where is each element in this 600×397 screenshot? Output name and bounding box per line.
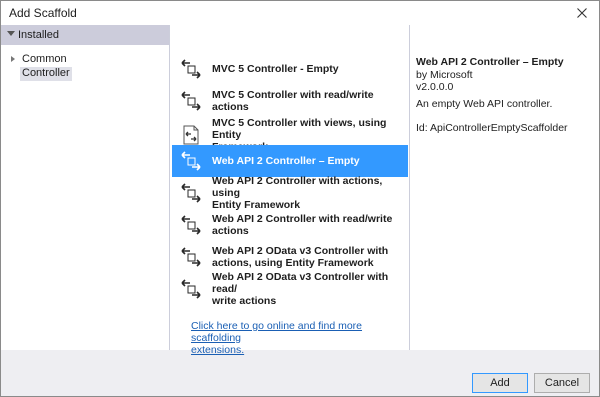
scaffold-item-label-line1: MVC 5 Controller with views, using Entit… xyxy=(212,117,387,141)
scaffold-item-label: MVC 5 Controller with read/write actions xyxy=(212,89,402,113)
detail-title: Web API 2 Controller – Empty xyxy=(416,56,564,68)
scaffold-item[interactable]: MVC 5 Controller - Empty xyxy=(172,53,408,85)
scaffold-item-label-line1: Web API 2 Controller with actions, using xyxy=(212,175,383,199)
scaffold-item-label: Web API 2 Controller with read/write acti… xyxy=(212,213,402,237)
scaffold-item[interactable]: Web API 2 OData v3 Controller with action… xyxy=(172,241,408,273)
expanded-triangle-icon xyxy=(7,31,15,36)
title-bar: Add Scaffold xyxy=(1,1,599,25)
scaffold-item-label-line2: write actions xyxy=(212,295,277,307)
scaffold-item[interactable]: Web API 2 Controller – Empty xyxy=(172,145,408,177)
scaffold-item[interactable]: MVC 5 Controller with read/write actions xyxy=(172,85,408,117)
webapi-controller-icon xyxy=(180,278,202,300)
scaffold-item-label-line1: Web API 2 Controller with read/write xyxy=(212,213,393,225)
detail-id: Id: ApiControllerEmptyScaffolder xyxy=(416,122,568,134)
collapsed-triangle-icon xyxy=(11,56,15,62)
detail-version: v2.0.0.0 xyxy=(416,81,454,93)
category-tree: Installed Common Controller xyxy=(1,25,170,350)
webapi-controller-icon xyxy=(180,150,202,172)
installed-header[interactable]: Installed xyxy=(1,25,169,45)
scaffold-item[interactable]: Web API 2 Controller with actions, using… xyxy=(172,175,408,211)
add-button[interactable]: Add xyxy=(472,373,528,393)
mvc-controller-icon xyxy=(180,58,202,80)
webapi-controller-icon xyxy=(180,182,202,204)
document-controller-icon xyxy=(180,124,202,146)
add-scaffold-dialog: Add Scaffold Installed Common Controller… xyxy=(0,0,600,397)
webapi-controller-icon xyxy=(180,246,202,268)
scaffold-item-label: Web API 2 OData v3 Controller with read/… xyxy=(212,271,402,307)
webapi-controller-icon xyxy=(180,214,202,236)
tree-item-controller[interactable]: Controller xyxy=(20,67,72,81)
scaffold-item-label: Web API 2 Controller – Empty xyxy=(212,155,402,167)
scaffold-item-label: Web API 2 Controller with actions, using… xyxy=(212,175,402,211)
cancel-button[interactable]: Cancel xyxy=(534,373,590,393)
scaffold-item-label-line2: actions, using Entity Framework xyxy=(212,257,374,269)
details-panel: Web API 2 Controller – Empty by Microsof… xyxy=(410,25,599,350)
scaffold-list: MVC 5 Controller - Empty MVC 5 Controller… xyxy=(170,25,410,356)
mvc-controller-icon xyxy=(180,90,202,112)
tree-item-label: Common xyxy=(22,53,67,65)
scaffold-item-label-line2: actions xyxy=(212,225,249,237)
window-title: Add Scaffold xyxy=(9,6,77,20)
online-link-line1: Click here to go online and find more sc… xyxy=(191,320,363,344)
scaffold-item-label-line1: Web API 2 Controller – Empty xyxy=(212,155,360,167)
scaffold-item-label: MVC 5 Controller - Empty xyxy=(212,63,402,75)
online-link-line2: extensions. xyxy=(191,344,245,356)
scaffold-item-label-line1: Web API 2 OData v3 Controller with xyxy=(212,245,389,257)
scaffold-item-label-line1: Web API 2 OData v3 Controller with read/ xyxy=(212,271,389,295)
scaffold-item[interactable]: Web API 2 Controller with read/write acti… xyxy=(172,209,408,241)
close-button[interactable] xyxy=(567,1,597,25)
detail-author: by Microsoft xyxy=(416,69,473,81)
installed-label: Installed xyxy=(18,29,59,41)
scaffold-item-label: Web API 2 OData v3 Controller with action… xyxy=(212,245,402,269)
scaffold-item-label-line1: MVC 5 Controller - Empty xyxy=(212,63,339,75)
close-icon xyxy=(577,8,587,18)
scaffold-item-label-line1: MVC 5 Controller with read/write actions xyxy=(212,89,374,113)
detail-description: An empty Web API controller. xyxy=(416,98,553,110)
online-scaffolding-link[interactable]: Click here to go online and find more sc… xyxy=(191,320,401,356)
scaffold-item[interactable]: Web API 2 OData v3 Controller with read/… xyxy=(172,271,408,307)
